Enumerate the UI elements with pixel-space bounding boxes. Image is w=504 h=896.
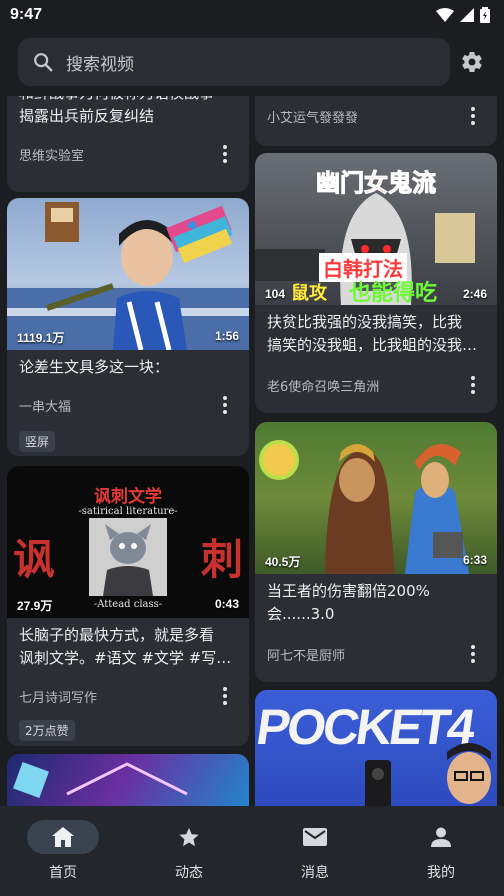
video-title-line: 会......3.0 bbox=[267, 605, 335, 623]
status-bar: 9:47 bbox=[0, 0, 504, 30]
nav-icon-wrap bbox=[153, 820, 225, 854]
video-duration: 1:56 bbox=[214, 329, 239, 343]
video-title: 当王者的伤害翻倍200% 会......3.0 bbox=[255, 574, 497, 626]
video-card[interactable]: 讽刺文学 -satirical literature- 讽 刺 -Attead … bbox=[7, 466, 249, 746]
video-thumbnail: 讽刺文学 -satirical literature- 讽 刺 -Attead … bbox=[7, 466, 249, 618]
video-title: 扶贫比我强的没我搞笑，比我 搞笑的没我蛆，比我蛆的没我… bbox=[255, 305, 497, 357]
nav-icon-wrap bbox=[405, 820, 477, 854]
author-row: 老6使命召唤三角洲 bbox=[255, 365, 497, 405]
video-thumbnail: 1119.1万 1:56 bbox=[7, 198, 249, 350]
video-title: 长脑子的最快方式，就是多看 讽刺文学。#语文 #文学 #写… bbox=[7, 618, 249, 670]
video-thumbnail bbox=[7, 754, 249, 806]
video-title-line: 和鲜战事为何被称为语模战事 bbox=[19, 96, 237, 105]
author-name: 七月诗词写作 bbox=[19, 690, 98, 706]
video-card[interactable]: 幽门女鬼流 白韩打法 鼠攻 也能得吃 104 2:46 扶贫比我强的没我搞笑，比… bbox=[255, 153, 497, 413]
author-name: 小艾运气發發發 bbox=[267, 110, 359, 126]
video-title-line: 搞笑的没我蛆，比我蛆的没我… bbox=[267, 336, 478, 354]
view-count: 27.9万 bbox=[17, 599, 53, 613]
video-title: 论差生文具多这一块： bbox=[7, 350, 249, 379]
video-title: 和鲜战事为何被称为语模战事 揭露出兵前反复纠结 bbox=[7, 96, 249, 128]
nav-label: 我的 bbox=[427, 865, 455, 881]
video-thumbnail: POCKET4 bbox=[255, 690, 497, 806]
thumbnail-art bbox=[259, 440, 469, 574]
thumbnail-heading: 讽刺文学 bbox=[94, 487, 162, 507]
view-count: 104 bbox=[265, 287, 286, 301]
video-card[interactable]: 1119.1万 1:56 论差生文具多这一块： 一串大福 竖屏 bbox=[7, 198, 249, 456]
video-card[interactable] bbox=[7, 754, 249, 806]
home-icon bbox=[52, 827, 74, 847]
thumbnail-left-char: 讽 bbox=[13, 535, 56, 584]
nav-icon-wrap bbox=[27, 820, 99, 854]
author-row: 思维实验室 bbox=[7, 134, 249, 174]
video-tag: 2万点赞 bbox=[19, 720, 75, 741]
person-icon bbox=[431, 827, 451, 847]
thumbnail-subheading: -satirical literature- bbox=[78, 506, 178, 517]
author-row: 七月诗词写作 bbox=[7, 676, 249, 716]
signal-icon bbox=[460, 8, 474, 22]
nav-label: 首页 bbox=[49, 865, 77, 881]
thumbnail-art bbox=[7, 202, 249, 350]
video-feed: 和鲜战事为何被称为语模战事 揭露出兵前反复纠结 思维实验室 bbox=[0, 96, 504, 806]
thumbnail-meta: 1119.1万 1:56 bbox=[17, 329, 239, 346]
bottom-nav: 首页 动态 消息 我的 bbox=[0, 806, 504, 896]
video-card[interactable]: 和鲜战事为何被称为语模战事 揭露出兵前反复纠结 思维实验室 bbox=[7, 96, 249, 192]
thumbnail-art bbox=[89, 518, 167, 596]
more-options-icon[interactable] bbox=[215, 686, 235, 706]
video-title-line: 长脑子的最快方式，就是多看 bbox=[19, 626, 215, 644]
author-row: 阿七不是厨师 bbox=[255, 634, 497, 674]
video-thumbnail: 40.5万 6:33 bbox=[255, 422, 497, 574]
more-options-icon[interactable] bbox=[215, 144, 235, 164]
nav-feed[interactable]: 动态 bbox=[126, 806, 252, 896]
thumbnail-heading: 幽门女鬼流 bbox=[316, 169, 437, 198]
author-name: 一串大福 bbox=[19, 399, 72, 415]
video-title-line: 揭露出兵前反复纠结 bbox=[19, 107, 155, 125]
search-placeholder: 搜索视频 bbox=[66, 54, 134, 75]
mail-icon bbox=[303, 828, 327, 846]
search-icon bbox=[34, 53, 53, 72]
status-time: 9:47 bbox=[10, 6, 43, 23]
wifi-icon bbox=[436, 8, 454, 22]
view-count: 1119.1万 bbox=[17, 331, 65, 345]
video-card[interactable]: POCKET4 bbox=[255, 690, 497, 806]
more-options-icon[interactable] bbox=[463, 106, 483, 126]
thumbnail-meta: 27.9万 0:43 bbox=[17, 597, 239, 614]
search-input[interactable]: 搜索视频 bbox=[18, 38, 450, 86]
nav-icon-wrap bbox=[279, 820, 351, 854]
video-title-line: 扶贫比我强的没我搞笑，比我 bbox=[267, 313, 463, 331]
video-duration: 2:46 bbox=[462, 287, 487, 301]
video-duration: 6:33 bbox=[462, 553, 487, 567]
video-card[interactable]: 40.5万 6:33 当王者的伤害翻倍200% 会......3.0 阿七不是厨… bbox=[255, 422, 497, 682]
gear-icon[interactable] bbox=[460, 50, 484, 74]
more-options-icon[interactable] bbox=[215, 395, 235, 415]
thumbnail-art bbox=[365, 743, 491, 806]
author-row: 一串大福 bbox=[7, 385, 249, 425]
video-duration: 0:43 bbox=[214, 597, 239, 611]
nav-label: 动态 bbox=[175, 865, 203, 881]
nav-home[interactable]: 首页 bbox=[0, 806, 126, 896]
thumbnail-art bbox=[13, 762, 188, 798]
more-options-icon[interactable] bbox=[463, 644, 483, 664]
author-name: 老6使命召唤三角洲 bbox=[267, 379, 380, 395]
author-name: 思维实验室 bbox=[19, 148, 85, 164]
view-count: 40.5万 bbox=[265, 555, 301, 569]
star-icon bbox=[179, 827, 199, 847]
author-row: 小艾运气發發發 bbox=[255, 96, 497, 136]
video-title-line: 当王者的伤害翻倍200% bbox=[267, 582, 430, 600]
more-options-icon[interactable] bbox=[463, 375, 483, 395]
nav-label: 消息 bbox=[301, 865, 329, 881]
status-icons bbox=[436, 7, 490, 23]
video-title-line: 论差生文具多这一块： bbox=[19, 358, 170, 376]
thumbnail-right-char: 刺 bbox=[200, 535, 243, 584]
video-thumbnail: 幽门女鬼流 白韩打法 鼠攻 也能得吃 104 2:46 bbox=[255, 153, 497, 305]
search-row: 搜索视频 bbox=[18, 38, 504, 86]
nav-profile[interactable]: 我的 bbox=[378, 806, 504, 896]
battery-icon bbox=[480, 7, 490, 23]
video-title-line: 讽刺文学。#语文 #文学 #写… bbox=[19, 649, 232, 667]
thumbnail-meta: 40.5万 6:33 bbox=[265, 553, 487, 570]
author-name: 阿七不是厨师 bbox=[267, 648, 346, 664]
thumbnail-meta: 104 2:46 bbox=[265, 287, 487, 301]
video-card[interactable]: 小艾运气發發發 bbox=[255, 96, 497, 146]
video-tag: 竖屏 bbox=[19, 431, 56, 452]
nav-messages[interactable]: 消息 bbox=[252, 806, 378, 896]
